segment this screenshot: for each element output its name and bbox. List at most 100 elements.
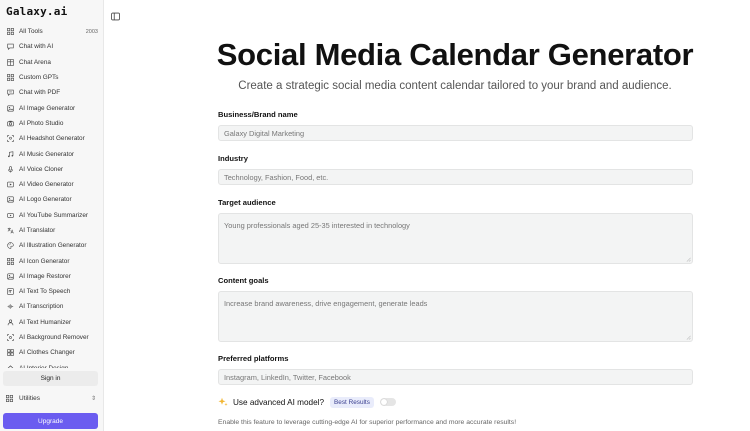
sidebar-item-ai-logo-generator[interactable]: AI Logo Generator: [0, 192, 104, 207]
sidebar-item-label: All Tools: [19, 28, 43, 36]
target-audience-label: Target audience: [218, 198, 276, 207]
sidebar-item-ai-voice-cloner[interactable]: AI Voice Cloner: [0, 162, 104, 177]
sidebar-item-label: AI Logo Generator: [19, 196, 72, 204]
upgrade-button[interactable]: Upgrade: [3, 413, 98, 429]
sidebar-item-all-tools[interactable]: All Tools 2003: [0, 24, 104, 39]
image-icon: [6, 272, 15, 281]
sidebar-item-ai-photo-studio[interactable]: AI Photo Studio: [0, 116, 104, 131]
sidebar-item-ai-transcription[interactable]: AI Transcription: [0, 299, 104, 314]
video-icon: [6, 180, 15, 189]
utilities-label: Utilities: [19, 394, 40, 402]
shirt-icon: [6, 348, 15, 357]
target-audience-textarea[interactable]: Young professionals aged 25-35 intereste…: [218, 213, 693, 264]
speech-icon: [6, 287, 15, 296]
target-audience-placeholder: Young professionals aged 25-35 intereste…: [224, 221, 410, 230]
transcription-icon: [6, 302, 15, 311]
main-content: Social Media Calendar Generator Create a…: [105, 0, 750, 431]
pdf-chat-icon: [6, 88, 15, 97]
sidebar-item-chat-arena[interactable]: Chat Arena: [0, 55, 104, 70]
best-results-badge: Best Results: [330, 396, 374, 408]
utilities-menu[interactable]: Utilities ⇕: [6, 392, 96, 404]
sidebar-item-label: AI Text To Speech: [19, 288, 71, 296]
content-goals-placeholder: Increase brand awareness, drive engageme…: [224, 299, 428, 308]
sidebar-item-label: AI Photo Studio: [19, 119, 64, 127]
sidebar-item-label: AI Icon Generator: [19, 257, 70, 265]
sidebar-item-label: AI Interior Design: [19, 365, 68, 368]
brand-name-label: Business/Brand name: [218, 110, 298, 119]
preferred-platforms-label: Preferred platforms: [218, 354, 289, 363]
sidebar-item-label: Custom GPTs: [19, 74, 59, 82]
image-icon: [6, 104, 15, 113]
brand-name-input[interactable]: Galaxy Digital Marketing: [218, 125, 693, 141]
sidebar-item-label: AI Music Generator: [19, 150, 75, 158]
humanizer-icon: [6, 318, 15, 327]
sidebar-item-ai-interior-design[interactable]: AI Interior Design: [0, 361, 104, 368]
advanced-model-row: Use advanced AI model? Best Results: [218, 396, 396, 408]
sidebar-item-label: AI Image Restorer: [19, 272, 71, 280]
sidebar-item-ai-background-remover[interactable]: AI Background Remover: [0, 330, 104, 345]
sign-in-button[interactable]: Sign in: [3, 371, 98, 386]
grid-icon: [6, 73, 15, 82]
page-title: Social Media Calendar Generator: [216, 37, 694, 72]
sidebar-item-label: Chat Arena: [19, 58, 51, 66]
brand-logo[interactable]: Galaxy.ai: [6, 5, 67, 18]
sidebar-item-label: AI Illustration Generator: [19, 242, 87, 250]
tool-count-badge: 2003: [85, 28, 98, 35]
sidebar-item-ai-text-to-speech[interactable]: AI Text To Speech: [0, 284, 104, 299]
grid-icon: [6, 394, 15, 402]
sidebar-item-ai-headshot-generator[interactable]: AI Headshot Generator: [0, 131, 104, 146]
sidebar-item-ai-icon-generator[interactable]: AI Icon Generator: [0, 253, 104, 268]
sidebar-item-custom-gpts[interactable]: Custom GPTs: [0, 70, 104, 85]
sidebar-item-ai-video-generator[interactable]: AI Video Generator: [0, 177, 104, 192]
industry-input[interactable]: Technology, Fashion, Food, etc.: [218, 169, 693, 185]
page-subtitle: Create a strategic social media content …: [238, 80, 672, 92]
preferred-platforms-input[interactable]: Instagram, LinkedIn, Twitter, Facebook: [218, 369, 693, 385]
sidebar-item-label: AI Clothes Changer: [19, 349, 75, 357]
sidebar-item-label: AI YouTube Summarizer: [19, 211, 89, 219]
sidebar-item-ai-music-generator[interactable]: AI Music Generator: [0, 146, 104, 161]
grid-icon: [6, 257, 15, 266]
sidebar: Galaxy.ai All Tools 2003 Chat with AI Chat …: [0, 0, 104, 431]
advanced-model-note: Enable this feature to leverage cutting-…: [218, 419, 517, 426]
sidebar-item-ai-translator[interactable]: AI Translator: [0, 223, 104, 238]
home-icon: [6, 364, 15, 368]
sparkle-icon: [218, 397, 228, 407]
resize-handle-icon[interactable]: [686, 257, 691, 262]
sidebar-item-ai-clothes-changer[interactable]: AI Clothes Changer: [0, 345, 104, 360]
sidebar-item-ai-youtube-summarizer[interactable]: AI YouTube Summarizer: [0, 208, 104, 223]
sidebar-item-label: AI Text Humanizer: [19, 318, 72, 326]
sidebar-item-chat-with-pdf[interactable]: Chat with PDF: [0, 85, 104, 100]
chevron-updown-icon: ⇕: [90, 395, 96, 402]
music-icon: [6, 150, 15, 159]
resize-handle-icon[interactable]: [686, 335, 691, 340]
image-icon: [6, 195, 15, 204]
advanced-model-label: Use advanced AI model?: [233, 397, 325, 407]
camera-icon: [6, 119, 15, 128]
sidebar-item-label: AI Headshot Generator: [19, 135, 85, 143]
mic-icon: [6, 165, 15, 174]
sidebar-item-label: AI Transcription: [19, 303, 64, 311]
translate-icon: [6, 226, 15, 235]
sidebar-item-ai-illustration-generator[interactable]: AI Illustration Generator: [0, 238, 104, 253]
chat-icon: [6, 42, 15, 51]
arena-icon: [6, 58, 15, 67]
content-goals-label: Content goals: [218, 276, 269, 285]
sidebar-item-ai-image-generator[interactable]: AI Image Generator: [0, 100, 104, 115]
content-goals-textarea[interactable]: Increase brand awareness, drive engageme…: [218, 291, 693, 342]
palette-icon: [6, 241, 15, 250]
sidebar-item-label: AI Voice Cloner: [19, 165, 64, 173]
sidebar-item-label: AI Image Generator: [19, 104, 76, 112]
industry-label: Industry: [218, 154, 248, 163]
sidebar-item-ai-image-restorer[interactable]: AI Image Restorer: [0, 269, 104, 284]
sidebar-item-label: Chat with AI: [19, 43, 54, 51]
advanced-model-toggle[interactable]: [379, 398, 396, 406]
sidebar-item-label: Chat with PDF: [19, 89, 61, 97]
sidebar-item-chat-with-ai[interactable]: Chat with AI: [0, 39, 104, 54]
sidebar-item-label: AI Translator: [19, 227, 56, 234]
sidebar-item-label: AI Video Generator: [19, 181, 74, 189]
sidebar-item-label: AI Background Remover: [19, 334, 89, 342]
toggle-knob: [380, 399, 387, 405]
scan-face-icon: [6, 134, 15, 143]
sidebar-item-ai-text-humanizer[interactable]: AI Text Humanizer: [0, 315, 104, 330]
background-icon: [6, 333, 15, 342]
